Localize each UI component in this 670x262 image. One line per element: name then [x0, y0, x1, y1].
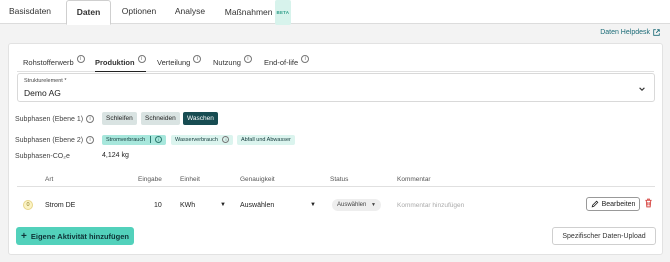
info-icon[interactable]: i	[86, 136, 95, 144]
chip-label: Stromverbrauch	[106, 137, 146, 143]
header-status: Status	[330, 176, 349, 183]
caret-down-icon: ▼	[310, 202, 316, 208]
select-value: Auswählen	[240, 202, 275, 209]
tab-rohstofferwerb[interactable]: Rohstofferwerb i	[23, 52, 85, 72]
tab-nutzung[interactable]: Nutzung i	[213, 52, 252, 72]
button-label: Spezifischer Daten-Upload	[562, 232, 646, 240]
header-eingabe: Eingabe	[138, 176, 162, 183]
tab-label: Optionen	[121, 6, 157, 16]
genauigkeit-select[interactable]: Auswählen ▼	[240, 202, 320, 209]
subphasen-ebene2-label: Subphasen (Ebene 2) i	[15, 136, 95, 144]
row-indicator-badge: 0	[23, 200, 33, 210]
tab-label: Rohstofferwerb	[23, 58, 74, 67]
tab-label: Verteilung	[157, 58, 191, 67]
data-panel: Rohstofferwerb i Produktion i Verteilung i …	[8, 43, 663, 255]
co2-value: 4,124 kg	[102, 152, 129, 159]
tab-verteilung[interactable]: Verteilung i	[157, 52, 202, 72]
select-value: Demo AG	[24, 88, 61, 98]
tab-label: End-of-life	[264, 58, 299, 67]
cell-art: Strom DE	[45, 202, 76, 209]
tab-massnahmen[interactable]: Maßnahmen BETA	[222, 0, 294, 25]
info-icon[interactable]: i	[86, 115, 95, 123]
strukturelement-select[interactable]: Strukturelement * Demo AG	[17, 73, 655, 102]
tab-basisdaten[interactable]: Basisdaten	[6, 0, 54, 24]
chip-divider	[149, 136, 151, 144]
caret-down-icon: ▼	[220, 202, 226, 208]
select-label: Strukturelement *	[24, 78, 67, 84]
external-link-icon	[653, 29, 660, 36]
eingabe-input[interactable]: 10	[154, 202, 162, 209]
header-genauigkeit: Genauigkeit	[240, 176, 275, 183]
button-label: Eigene Aktivität hinzufügen	[30, 231, 129, 241]
chip-wasserverbrauch[interactable]: Wasserverbrauch i	[171, 135, 234, 145]
kommentar-input[interactable]: Kommentar hinzufügen	[397, 202, 464, 209]
tab-label: Analyse	[174, 6, 206, 16]
chip-schneiden[interactable]: Schneiden	[141, 112, 180, 125]
tab-end-of-life[interactable]: End-of-life i	[264, 52, 310, 72]
table-header: Art Eingabe Einheit Genauigkeit Status K…	[17, 172, 655, 187]
label-text: Subphasen (Ebene 2)	[15, 136, 84, 144]
trash-icon[interactable]	[644, 198, 653, 208]
tab-label: Produktion	[95, 58, 135, 67]
tab-label: Maßnahmen	[224, 6, 273, 17]
caret-down-icon: ▼	[371, 202, 376, 208]
daten-upload-button[interactable]: Spezifischer Daten-Upload	[552, 227, 656, 245]
daten-helpdesk-link[interactable]: Daten Helpdesk	[600, 29, 660, 36]
tab-label: Daten	[76, 7, 101, 17]
add-activity-button[interactable]: + Eigene Aktivität hinzufügen	[16, 227, 134, 245]
subphasen-co2-label: Subphasen-CO₂e	[15, 153, 70, 160]
chip-label: Wasserverbrauch	[175, 137, 218, 143]
tab-label: Nutzung	[213, 58, 241, 67]
tab-optionen[interactable]: Optionen	[117, 0, 161, 24]
header-art: Art	[45, 176, 54, 183]
einheit-select[interactable]: KWh ▼	[180, 202, 230, 209]
info-icon[interactable]: i	[193, 55, 202, 63]
tab-daten[interactable]: Daten	[66, 0, 111, 25]
info-icon[interactable]: i	[301, 55, 310, 63]
tab-analyse[interactable]: Analyse	[170, 0, 210, 24]
chip-schleifen[interactable]: Schleifen	[102, 112, 137, 125]
info-icon[interactable]: i	[76, 55, 85, 63]
phase-tab-bar: Rohstofferwerb i Produktion i Verteilung i …	[17, 52, 654, 72]
header-kommentar: Kommentar	[397, 176, 431, 183]
tab-label: Basisdaten	[8, 6, 52, 16]
info-icon[interactable]: i	[155, 136, 163, 143]
info-icon[interactable]: i	[222, 136, 230, 143]
subphasen-ebene1-label: Subphasen (Ebene 1) i	[15, 115, 95, 123]
select-value: KWh	[180, 202, 196, 209]
chip-waschen[interactable]: Waschen	[183, 112, 218, 125]
top-tab-bar: Basisdaten Daten Optionen Analyse Maßnah…	[0, 0, 670, 25]
header-einheit: Einheit	[180, 176, 200, 183]
chip-stromverbrauch[interactable]: Stromverbrauch i	[102, 135, 167, 145]
button-label: Bearbeiten	[601, 200, 636, 208]
table-row: 0 Strom DE 10 KWh ▼ Auswählen ▼ Auswähle…	[17, 197, 655, 215]
label-text: Subphasen (Ebene 1)	[15, 115, 84, 123]
beta-badge: BETA	[274, 0, 292, 25]
pencil-icon	[591, 200, 598, 208]
bearbeiten-button[interactable]: Bearbeiten	[586, 197, 640, 211]
select-value: Auswählen	[337, 202, 367, 208]
info-icon[interactable]: i	[137, 55, 146, 63]
helpdesk-label: Daten Helpdesk	[600, 29, 650, 36]
plus-icon: +	[21, 230, 27, 242]
tab-produktion[interactable]: Produktion i	[95, 52, 146, 72]
status-select[interactable]: Auswählen ▼	[332, 199, 381, 211]
chevron-down-icon	[639, 87, 645, 91]
info-icon[interactable]: i	[243, 55, 252, 63]
chip-abfall-abwasser[interactable]: Abfall und Abwasser	[237, 135, 295, 145]
